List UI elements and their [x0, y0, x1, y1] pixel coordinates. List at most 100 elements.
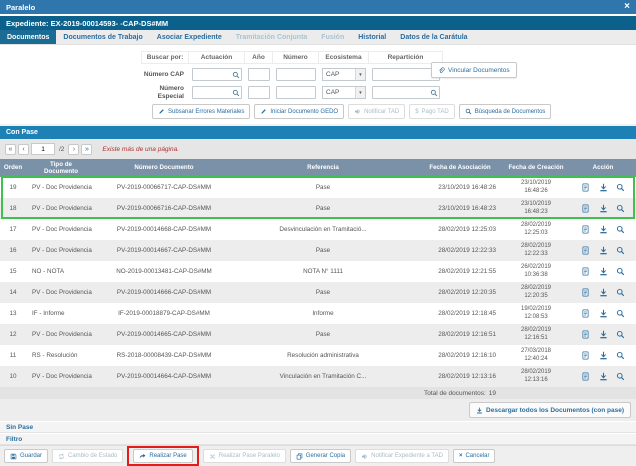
download-icon[interactable]: [599, 225, 608, 234]
view-icon[interactable]: [616, 225, 625, 234]
tab-historial[interactable]: Historial: [351, 30, 393, 44]
download-icon[interactable]: [599, 183, 608, 192]
view-icon[interactable]: [616, 204, 625, 213]
download-icon[interactable]: [599, 372, 608, 381]
col-orden: Orden: [0, 159, 26, 177]
search-icon[interactable]: [430, 89, 438, 97]
view-icon[interactable]: [616, 183, 625, 192]
subsanar-errores-button[interactable]: Subsanar Errores Materiales: [152, 104, 250, 119]
realizar-pase-button[interactable]: Realizar Pase: [133, 449, 192, 463]
fecha-creacion-fecha: 28/02/2019: [521, 243, 551, 251]
table-row[interactable]: 13 IF - Informe IF-2019-00018879-CAP-DS#…: [0, 303, 636, 324]
next-page-button[interactable]: ›: [68, 144, 79, 155]
table-row[interactable]: 15 NO - NOTA NO-2019-00013481-CAP-DS#MM …: [0, 261, 636, 282]
view-icon[interactable]: [616, 246, 625, 255]
fecha-creacion-hora: 12:25:03: [524, 230, 547, 238]
document-icon[interactable]: [581, 267, 590, 276]
view-icon[interactable]: [616, 309, 625, 318]
tab-bar: Documentos Documentos de Trabajo Asociar…: [0, 30, 636, 45]
iniciar-documento-gedo-button[interactable]: Iniciar Documento GEDO: [254, 104, 344, 119]
busqueda-documentos-button[interactable]: Búsqueda de Documentos: [459, 104, 552, 119]
view-icon[interactable]: [616, 351, 625, 360]
table-row[interactable]: 11 RS - Resolución RS-2018-00008439-CAP-…: [0, 345, 636, 366]
anio-esp-input[interactable]: [249, 87, 269, 98]
page-input[interactable]: [31, 143, 55, 155]
document-icon[interactable]: [581, 288, 590, 297]
anio-cap-input[interactable]: [249, 69, 269, 80]
table-row[interactable]: 19 PV - Doc Providencia PV-2019-00066717…: [0, 177, 636, 198]
guardar-label: Guardar: [20, 453, 42, 459]
view-icon[interactable]: [616, 288, 625, 297]
document-icon[interactable]: [581, 246, 590, 255]
ecosistema-cap-value: CAP: [326, 71, 339, 78]
cell-numero: PV-2019-00014666-CAP-DS#MM: [98, 282, 230, 303]
document-icon[interactable]: [581, 309, 590, 318]
search-icon[interactable]: [232, 71, 240, 79]
prev-page-button[interactable]: ‹: [18, 144, 29, 155]
tab-documentos[interactable]: Documentos: [0, 30, 56, 44]
descargar-todos-label: Descargar todos los Documentos (con pase…: [486, 407, 624, 414]
download-icon[interactable]: [599, 309, 608, 318]
view-icon[interactable]: [616, 267, 625, 276]
cell-referencia: Pase: [230, 198, 416, 219]
last-page-button[interactable]: »: [81, 144, 92, 155]
guardar-button[interactable]: Guardar: [4, 449, 48, 463]
table-row[interactable]: 14 PV - Doc Providencia PV-2019-00014666…: [0, 282, 636, 303]
vincular-documentos-button[interactable]: Vincular Documentos: [431, 62, 517, 78]
download-icon[interactable]: [599, 246, 608, 255]
numero-esp-field: [276, 86, 316, 99]
pago-tad-button: $Pago TAD: [409, 104, 454, 119]
cell-orden: 15: [0, 261, 26, 282]
fecha-creacion-fecha: 27/03/2018: [521, 348, 551, 356]
document-icon[interactable]: [581, 330, 590, 339]
descargar-todos-button[interactable]: Descargar todos los Documentos (con pase…: [469, 402, 631, 418]
notificar-expediente-label: Notificar Expediente a TAD: [371, 453, 443, 459]
document-icon[interactable]: [581, 225, 590, 234]
cell-tipo: PV - Doc Providencia: [26, 177, 98, 198]
form-column-headers: Buscar por: Actuación Año Número Ecosist…: [141, 51, 443, 64]
cell-fecha-asociacion: 28/02/2019 12:25:03: [416, 219, 502, 240]
download-icon[interactable]: [599, 351, 608, 360]
cell-orden: 11: [0, 345, 26, 366]
fecha-creacion-hora: 16:48:23: [524, 209, 547, 217]
download-icon[interactable]: [599, 330, 608, 339]
con-pase-section-header[interactable]: Con Pase: [0, 126, 636, 139]
close-icon[interactable]: ×: [624, 2, 630, 12]
ecosistema-cap-select[interactable]: CAP▼: [322, 68, 366, 81]
reparticion-cap-field: [372, 68, 440, 81]
download-icon[interactable]: [599, 267, 608, 276]
realizar-pase-label: Realizar Pase: [149, 453, 186, 459]
document-icon[interactable]: [581, 351, 590, 360]
first-page-button[interactable]: «: [5, 144, 16, 155]
table-row[interactable]: 17 PV - Doc Providencia PV-2019-00014668…: [0, 219, 636, 240]
sin-pase-section-header[interactable]: Sin Pase: [0, 421, 636, 433]
table-row[interactable]: 12 PV - Doc Providencia PV-2019-00014665…: [0, 324, 636, 345]
tab-datos-caratula[interactable]: Datos de la Carátula: [393, 30, 474, 44]
col-fecha-creacion: Fecha de Creación: [502, 159, 570, 177]
fecha-creacion-fecha: 23/10/2019: [521, 201, 551, 209]
generar-copia-button[interactable]: Generar Copia: [290, 449, 351, 463]
document-icon[interactable]: [581, 372, 590, 381]
filtro-section-header[interactable]: Filtro: [0, 433, 636, 445]
view-icon[interactable]: [616, 372, 625, 381]
megaphone-icon: [354, 108, 361, 115]
table-row[interactable]: 16 PV - Doc Providencia PV-2019-00014667…: [0, 240, 636, 261]
cancelar-button[interactable]: ×Cancelar: [453, 449, 496, 463]
sin-pase-title: Sin Pase: [6, 424, 33, 431]
cell-acciones: [570, 345, 636, 366]
table-row[interactable]: 10 PV - Doc Providencia PV-2019-00014664…: [0, 366, 636, 387]
tab-asociar-expediente[interactable]: Asociar Expediente: [150, 30, 229, 44]
numero-cap-input[interactable]: [277, 69, 315, 80]
table-row[interactable]: 18 PV - Doc Providencia PV-2019-00066716…: [0, 198, 636, 219]
view-icon[interactable]: [616, 330, 625, 339]
total-documentos-label: Total de documentos:: [424, 390, 486, 397]
download-icon[interactable]: [599, 204, 608, 213]
download-icon[interactable]: [599, 288, 608, 297]
numero-esp-input[interactable]: [277, 87, 315, 98]
col-tipo: Tipo de Documento: [26, 159, 98, 177]
search-icon[interactable]: [232, 89, 240, 97]
ecosistema-esp-select[interactable]: CAP▼: [322, 86, 366, 99]
document-icon[interactable]: [581, 183, 590, 192]
document-icon[interactable]: [581, 204, 590, 213]
tab-documentos-de-trabajo[interactable]: Documentos de Trabajo: [56, 30, 149, 44]
